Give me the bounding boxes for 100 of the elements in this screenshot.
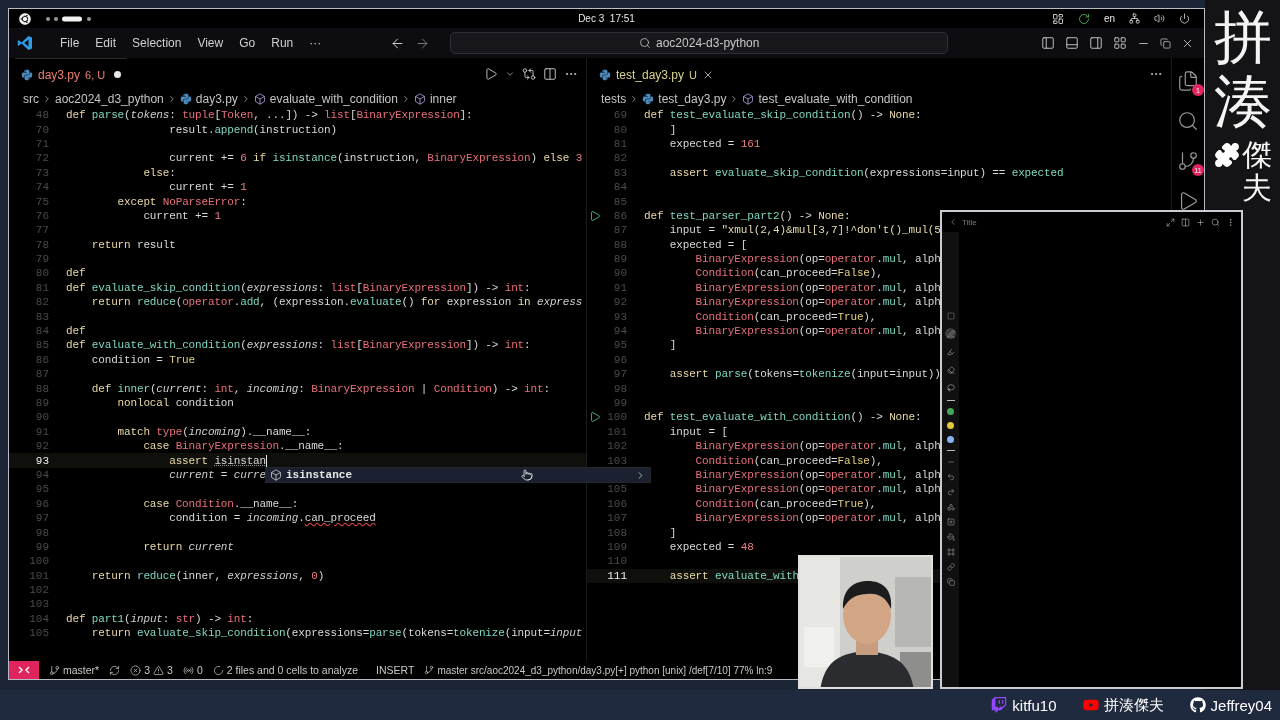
menu-item[interactable]: Edit [90,34,122,52]
social-handle[interactable]: Jeffrey04 [1210,696,1272,714]
files-icon[interactable] [1177,70,1199,92]
split-editor-icon[interactable] [543,67,557,81]
line-number: 92 [612,296,627,309]
breadcrumb-item[interactable]: test_day3.py [642,92,727,106]
expand-icon[interactable] [1166,217,1175,227]
code-line: def evaluate_with_condition(expressions: list[BinaryExpression]) -> int: [66,338,531,353]
cube-icon [742,93,755,105]
line-number: 105 [606,483,627,496]
code-logo-icon[interactable] [17,35,33,51]
refresh-icon[interactable] [1077,12,1090,25]
breadcrumb-item[interactable]: day3.py [179,92,238,106]
branch-icon [49,664,60,676]
fill-icon[interactable] [946,533,955,541]
line-number: 109 [606,540,627,553]
suggestion-item[interactable]: isinstance [266,468,650,482]
tool-button[interactable] [945,382,956,393]
breadcrumb-item[interactable]: evaluate_with_condition [253,92,398,106]
line-number: 69 [612,109,627,122]
run-test-icon[interactable] [589,411,601,424]
copy-icon[interactable] [946,578,955,586]
frame-icon[interactable] [946,548,955,556]
branch-icon[interactable] [1177,150,1199,172]
menu-item[interactable]: View [192,34,229,52]
search-icon [639,37,651,49]
back-icon[interactable] [390,35,406,51]
color-swatch[interactable] [947,422,954,429]
system-logo-icon[interactable] [19,12,31,25]
tool-button[interactable] [945,346,956,357]
undo-icon[interactable] [946,473,955,481]
branch-status[interactable]: master* [49,664,100,676]
line-number: 78 [34,238,49,251]
run-test-icon[interactable] [589,209,601,222]
social-handle[interactable]: 拼湊傑夫 [1103,695,1164,715]
network-icon[interactable] [1129,13,1140,24]
command-center[interactable]: aoc2024-d3-python [450,32,949,54]
volume-icon[interactable] [1154,13,1165,24]
breadcrumb-item[interactable]: inner [413,92,457,106]
code-line: BinaryExpression(op=operator.mul, alph [694,252,941,267]
menu-item[interactable]: ··· [304,34,327,52]
search-icon[interactable] [1177,110,1199,132]
run-icon[interactable] [484,67,498,81]
workspace-indicator-icon[interactable] [45,15,93,22]
split-icon[interactable] [1181,217,1190,227]
tool-button[interactable] [945,364,956,375]
line-number: 93 [34,454,49,467]
code-line: def part1(input: str) -> int: [66,611,254,626]
menu-item[interactable]: Go [234,34,261,52]
unsaved-dot[interactable] [114,71,122,78]
restore-icon[interactable] [1160,37,1171,49]
menu-item[interactable]: File [55,34,85,52]
tool-button[interactable] [945,310,956,321]
add-shape-icon[interactable] [946,518,955,526]
caret-icon[interactable] [505,69,515,79]
line-number: 91 [612,281,627,294]
line-number: 83 [34,310,49,323]
breadcrumb-item[interactable]: src [23,92,39,106]
power-icon[interactable] [1179,13,1190,24]
add-icon[interactable] [1196,217,1205,227]
sync-icon[interactable] [109,664,121,676]
problems-status[interactable]: 3 3 [130,664,173,676]
shapes-icon[interactable] [946,503,955,511]
notes-title[interactable]: Title [962,217,977,227]
layout-icon[interactable] [1113,36,1127,50]
line-number: 81 [612,137,627,150]
breadcrumb-item[interactable]: tests [601,92,627,106]
remote-button[interactable] [9,661,39,679]
tool-button[interactable] [945,328,956,339]
line-number: 77 [34,224,49,237]
line-number: 99 [612,397,627,409]
clock[interactable]: Dec 3 17:51 [578,13,635,24]
ports-status[interactable]: 0 [182,664,203,676]
code-line: def test_parser_part2() -> None: [644,208,851,223]
more-icon[interactable] [1226,217,1235,227]
code-line: def test_evaluate_skip_condition() -> None: [644,108,922,123]
panel-toggle-icon[interactable] [1065,36,1079,50]
menu-item[interactable]: Run [266,34,299,52]
sidebar-toggle-icon[interactable] [1041,36,1055,50]
line-number: 103 [606,454,627,467]
language-indicator[interactable]: en [1103,13,1115,24]
compare-icon[interactable] [522,67,536,81]
color-swatch[interactable] [947,408,954,415]
social-handle[interactable]: kitfu10 [1012,696,1057,714]
link-icon[interactable] [946,563,955,571]
line-number: 102 [606,440,627,453]
color-swatch[interactable] [947,436,954,443]
python-file-icon [642,93,655,105]
secondary-sidebar-icon[interactable] [1089,36,1103,50]
dashboard-icon[interactable] [1051,12,1064,25]
line-number: 48 [34,109,49,122]
analysis-status[interactable]: 2 files and 0 cells to analyze [212,664,359,676]
breadcrumb-item[interactable]: test_evaluate_with_condition [742,92,913,106]
search-icon[interactable] [1211,217,1220,227]
line-number: 93 [612,310,627,323]
line-number: 80 [612,123,627,136]
breadcrumb-item[interactable]: aoc2024_d3_python [55,92,164,106]
menu-item[interactable]: Selection [127,34,187,52]
forward-icon[interactable] [415,35,431,51]
redo-icon[interactable] [946,488,955,496]
